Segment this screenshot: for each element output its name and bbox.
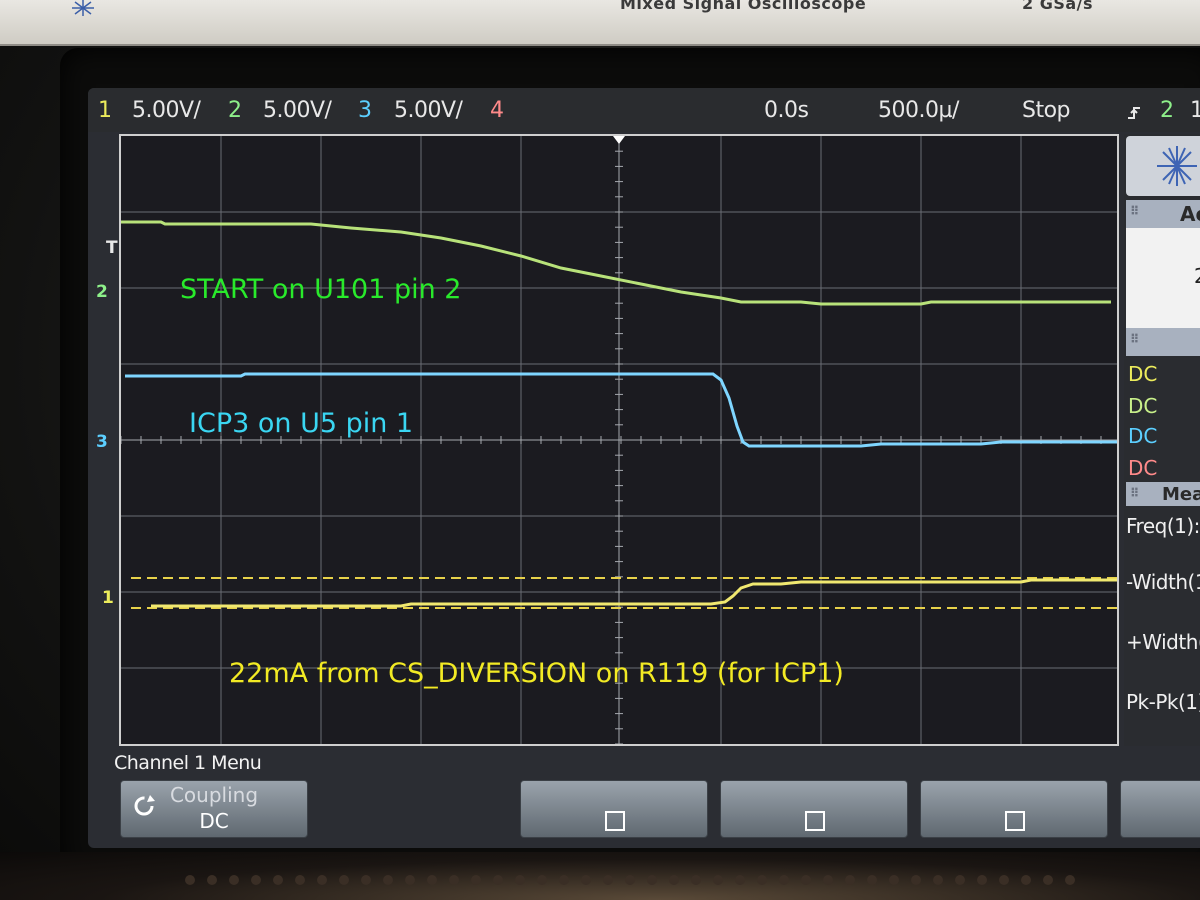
instrument-bezel: Mixed Signal Oscilloscope 2 GSa/s — [0, 0, 1200, 46]
ch3-coupling: DC — [1128, 424, 1158, 448]
trigger-level: 1 — [1190, 98, 1200, 123]
trigger-level-marker: T — [106, 238, 118, 258]
ch4-coupling: DC — [1128, 456, 1158, 480]
grip-icon: ⠿ — [1130, 204, 1139, 218]
status-bar: 1 5.00V/ 2 5.00V/ 3 5.00V/ 4 0.0s 500.0µ… — [88, 88, 1200, 132]
acquisition-rate: 25 — [1194, 264, 1200, 288]
time-offset: 0.0s — [764, 98, 809, 123]
acquisition-box: I 25 — [1126, 228, 1200, 332]
scope-screen: 1 5.00V/ 2 5.00V/ 3 5.00V/ 4 0.0s 500.0µ… — [88, 88, 1200, 848]
start-trace-label: START on U101 pin 2 — [180, 274, 462, 305]
grip-icon: ⠿ — [1130, 486, 1139, 500]
coupling-label: Coupling — [169, 783, 259, 807]
current-trace-label: 22mA from CS_DIVERSION on R119 (for ICP1… — [229, 658, 844, 689]
waveform-display[interactable]: START on U101 pin 2 ICP3 on U5 pin 1 22m… — [119, 134, 1119, 746]
model-name: Mixed Signal Oscilloscope — [620, 0, 867, 13]
logo-box — [1126, 136, 1200, 196]
meas-neg-width: -Width(1 — [1126, 570, 1200, 594]
ch3-number[interactable]: 3 — [358, 98, 372, 123]
ch3-scale: 5.00V/ — [394, 98, 463, 123]
agilent-spark-icon — [1157, 146, 1197, 186]
trigger-source: 2 — [1160, 98, 1174, 123]
softkey-3[interactable] — [720, 780, 908, 838]
ch1-number[interactable]: 1 — [98, 98, 112, 123]
checkbox-icon — [605, 811, 625, 831]
checkbox-icon — [1005, 811, 1025, 831]
front-panel-edge — [0, 852, 1200, 900]
side-info-panel: ⠿ Ac I 25 ⠿ C DC DC DC DC ⠿ Mea Freq(1):… — [1124, 134, 1200, 746]
softkey-2[interactable] — [520, 780, 708, 838]
ch2-number[interactable]: 2 — [228, 98, 242, 123]
run-state: Stop — [1022, 98, 1071, 123]
ch1-trace — [151, 578, 1117, 608]
ch4-number[interactable]: 4 — [490, 98, 504, 123]
vent-grille — [185, 875, 1075, 885]
ch3-ground-marker[interactable]: 3 — [96, 432, 108, 452]
grip-icon: ⠿ — [1130, 332, 1139, 346]
softkey-4[interactable] — [920, 780, 1108, 838]
ch1-ground-marker[interactable]: 1 — [102, 588, 114, 608]
waveform-canvas — [121, 136, 1117, 744]
agilent-spark-icon — [72, 0, 94, 16]
ch2-ground-marker[interactable]: 2 — [96, 282, 108, 302]
icp3-trace-label: ICP3 on U5 pin 1 — [189, 408, 414, 439]
sample-rate: 2 GSa/s — [1022, 0, 1094, 13]
ch2-coupling: DC — [1128, 394, 1158, 418]
meas-frequency: Freq(1): — [1126, 514, 1200, 538]
menu-title: Channel 1 Menu — [114, 752, 262, 774]
trigger-edge-icon — [1128, 107, 1140, 119]
measurements-header: ⠿ Mea — [1126, 482, 1200, 506]
checkbox-icon — [805, 811, 825, 831]
ch1-scale: 5.00V/ — [132, 98, 201, 123]
acquisition-header: ⠿ Ac — [1126, 200, 1200, 228]
coupling-softkey[interactable]: Coupling DC — [120, 780, 308, 838]
ch1-coupling: DC — [1128, 362, 1158, 386]
softkey-5[interactable] — [1120, 780, 1200, 838]
time-scale: 500.0µ/ — [878, 98, 959, 123]
coupling-value: DC — [199, 809, 229, 833]
meas-pos-width: +Width( — [1126, 630, 1200, 654]
ch2-scale: 5.00V/ — [263, 98, 332, 123]
channels-header: ⠿ C — [1126, 328, 1200, 356]
meas-pk-pk: Pk-Pk(1) — [1126, 690, 1200, 714]
trigger-position-marker — [613, 136, 625, 144]
oscilloscope-photo: Mixed Signal Oscilloscope 2 GSa/s 1 5.00… — [0, 0, 1200, 900]
